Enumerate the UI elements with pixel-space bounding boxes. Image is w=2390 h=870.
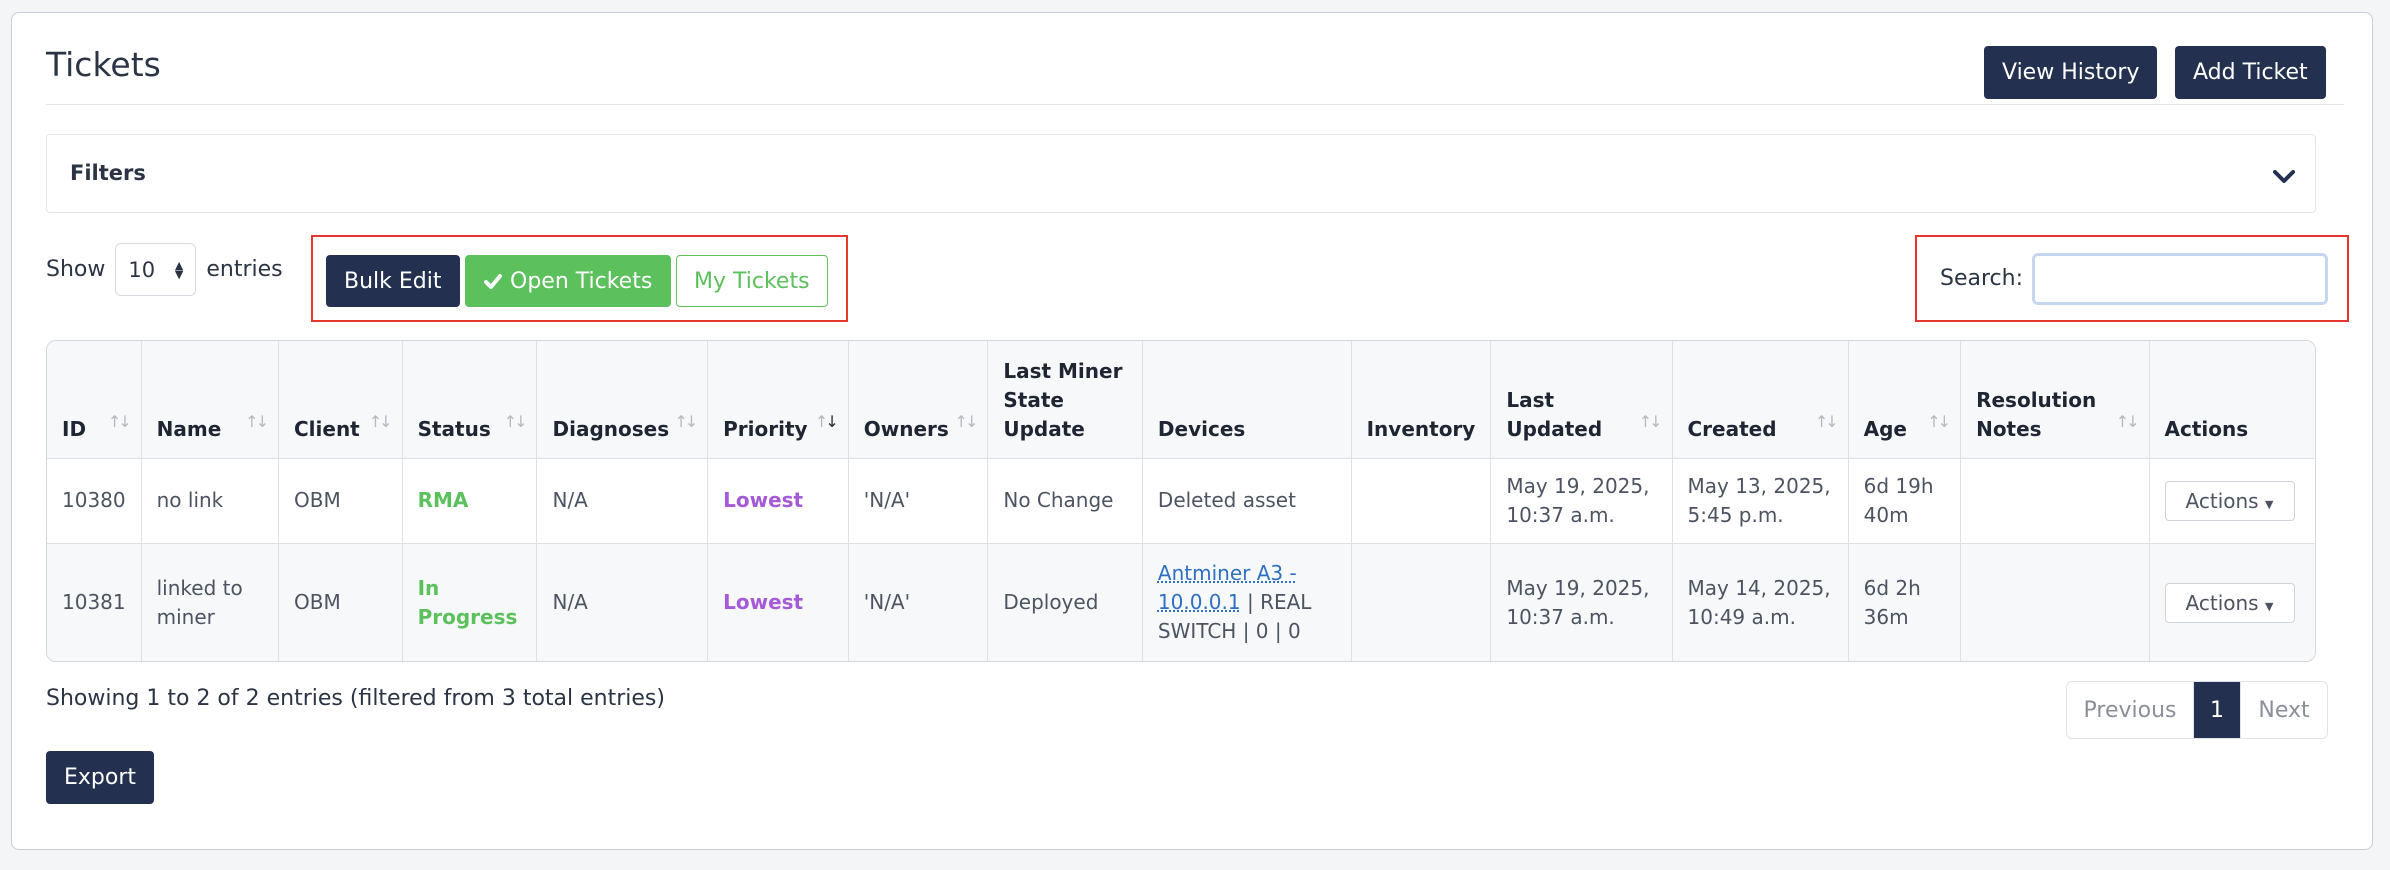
column-header-devices: Devices <box>1142 341 1352 459</box>
sort-icon: ↑↓ <box>1638 411 1663 431</box>
cell-resolution-notes <box>1960 458 2150 544</box>
tickets-table: ID ↑↓ Name ↑↓ Client ↑↓ Status ↑↓ Diagnoses ↑… <box>47 341 2315 661</box>
cell-last-miner-state: Deployed <box>987 543 1143 661</box>
page-length-control: Show 10 ▲ ▼ entries <box>46 243 283 296</box>
sort-icon: ↑↓ <box>954 411 979 431</box>
cell-last-miner-state: No Change <box>987 458 1143 544</box>
cell-last-updated: May 19, 2025, 10:37 a.m. <box>1490 543 1673 661</box>
column-header-inventory: Inventory <box>1351 341 1492 459</box>
cell-owners: 'N/A' <box>848 458 989 544</box>
cell-inventory <box>1351 543 1492 661</box>
pagination: Previous 1 Next <box>2066 681 2328 739</box>
column-header-owners[interactable]: Owners ↑↓ <box>848 341 989 459</box>
cell-age: 6d 2h 36m <box>1848 543 1962 661</box>
bulk-edit-button[interactable]: Bulk Edit <box>326 255 460 307</box>
column-header-resolution-notes[interactable]: Resolution Notes ↑↓ <box>1960 341 2150 459</box>
filters-panel[interactable]: Filters <box>46 134 2316 213</box>
export-button[interactable]: Export <box>46 751 155 804</box>
filters-label: Filters <box>70 161 146 185</box>
table-info: Showing 1 to 2 of 2 entries (filtered fr… <box>46 686 665 711</box>
search-label: Search: <box>1940 266 2023 291</box>
cell-id: 10380 <box>47 458 142 544</box>
sort-icon: ↑↓ <box>107 411 132 431</box>
add-ticket-button[interactable]: Add Ticket <box>2175 46 2326 99</box>
cell-name: no link <box>141 458 279 544</box>
page-length-select[interactable]: 10 ▲ ▼ <box>115 243 197 296</box>
cell-priority: Lowest <box>707 543 849 661</box>
row-actions-button[interactable]: Actions ▼ <box>2164 480 2295 521</box>
table-header-row: ID ↑↓ Name ↑↓ Client ↑↓ Status ↑↓ Diagnoses ↑… <box>47 341 2315 459</box>
cell-last-updated: May 19, 2025, 10:37 a.m. <box>1490 458 1673 544</box>
cell-client: OBM <box>278 458 403 544</box>
cell-actions: Actions ▼ <box>2149 543 2315 661</box>
header-divider <box>46 104 2344 105</box>
cell-diagnoses: N/A <box>536 458 709 544</box>
cell-inventory <box>1351 458 1492 544</box>
cell-id: 10381 <box>47 543 142 661</box>
caret-down-icon: ▼ <box>2264 599 2274 613</box>
cell-devices: Antminer A3 - 10.0.0.1 | REAL SWITCH | 0… <box>1142 543 1352 661</box>
cell-devices: Deleted asset <box>1142 458 1352 544</box>
page-title: Tickets <box>46 45 161 84</box>
search-input[interactable] <box>2032 253 2328 305</box>
column-header-age[interactable]: Age ↑↓ <box>1848 341 1962 459</box>
column-header-client[interactable]: Client ↑↓ <box>278 341 403 459</box>
sort-icon: ↑↓ <box>2115 411 2140 431</box>
cell-age: 6d 19h 40m <box>1848 458 1962 544</box>
sort-descending-icon: ↑↓ <box>814 411 839 431</box>
column-header-last-updated[interactable]: Last Updated ↑↓ <box>1490 341 1673 459</box>
view-history-button[interactable]: View History <box>1984 46 2158 99</box>
column-header-created[interactable]: Created ↑↓ <box>1672 341 1849 459</box>
pagination-page-1[interactable]: 1 <box>2194 682 2241 738</box>
cell-diagnoses: N/A <box>536 543 709 661</box>
page-length-value: 10 <box>128 257 156 282</box>
pagination-previous[interactable]: Previous <box>2067 682 2194 738</box>
sort-icon: ↑↓ <box>503 411 528 431</box>
open-tickets-label: Open Tickets <box>510 268 653 294</box>
cell-status: RMA <box>402 458 538 544</box>
check-icon <box>484 273 502 289</box>
open-tickets-button[interactable]: Open Tickets <box>465 255 672 307</box>
show-label: Show <box>46 257 106 282</box>
sort-icon: ↑↓ <box>1814 411 1839 431</box>
column-header-name[interactable]: Name ↑↓ <box>141 341 279 459</box>
column-header-priority[interactable]: Priority ↑↓ <box>707 341 849 459</box>
cell-name: linked to miner <box>141 543 279 661</box>
pagination-next[interactable]: Next <box>2241 682 2327 738</box>
tickets-table-container: ID ↑↓ Name ↑↓ Client ↑↓ Status ↑↓ Diagnoses ↑… <box>46 340 2316 662</box>
table-row: 10380 no link OBM RMA N/A Lowest 'N/A' N… <box>47 458 2315 544</box>
column-header-id[interactable]: ID ↑↓ <box>47 341 142 459</box>
column-header-actions: Actions <box>2149 341 2315 459</box>
cell-actions: Actions ▼ <box>2149 458 2315 544</box>
cell-created: May 13, 2025, 5:45 p.m. <box>1672 458 1849 544</box>
sort-icon: ↑↓ <box>674 411 698 431</box>
cell-owners: 'N/A' <box>848 543 989 661</box>
device-text: Deleted asset <box>1157 488 1296 512</box>
sort-icon: ↑↓ <box>1927 411 1951 431</box>
cell-resolution-notes <box>1960 543 2150 661</box>
sort-icon: ↑↓ <box>368 411 393 431</box>
column-header-last-miner-state: Last Miner State Update <box>987 341 1143 459</box>
cell-created: May 14, 2025, 10:49 a.m. <box>1672 543 1849 661</box>
my-tickets-button[interactable]: My Tickets <box>676 255 828 307</box>
caret-down-icon: ▼ <box>2264 497 2274 511</box>
select-arrows-icon: ▲ ▼ <box>174 258 184 281</box>
cell-status: In Progress <box>402 543 538 661</box>
sort-icon: ↑↓ <box>245 411 269 431</box>
column-header-diagnoses[interactable]: Diagnoses ↑↓ <box>536 341 709 459</box>
chevron-down-icon[interactable] <box>2273 165 2295 189</box>
table-row: 10381 linked to miner OBM In Progress N/… <box>47 543 2315 661</box>
entries-label: entries <box>206 257 283 282</box>
column-header-status[interactable]: Status ↑↓ <box>402 341 538 459</box>
cell-client: OBM <box>278 543 403 661</box>
cell-priority: Lowest <box>707 458 849 544</box>
row-actions-button[interactable]: Actions ▼ <box>2164 582 2295 623</box>
